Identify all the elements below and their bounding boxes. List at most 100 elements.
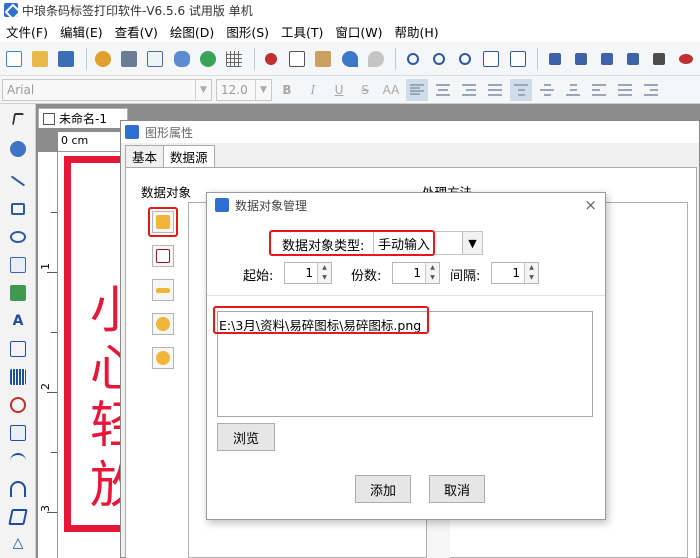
underline-button[interactable]: U: [328, 79, 350, 101]
valign-middle-button[interactable]: [536, 79, 558, 101]
database-button[interactable]: [170, 47, 193, 71]
line-spacing-icon: [618, 83, 632, 96]
new-file-button[interactable]: [2, 47, 25, 71]
bring-front-button[interactable]: [595, 47, 618, 71]
line-spacing-button[interactable]: [614, 79, 636, 101]
matrix-code-tool[interactable]: [7, 422, 29, 444]
save-button[interactable]: [54, 47, 77, 71]
zoom-button[interactable]: [454, 47, 477, 71]
arrow-up-icon: [156, 317, 170, 331]
pan-tool[interactable]: [7, 138, 29, 160]
font-size-value: 12.0: [221, 82, 248, 97]
triangle-icon: △: [12, 535, 24, 551]
multiline-text-tool[interactable]: [7, 338, 29, 360]
chevron-down-icon: ▼: [322, 274, 327, 281]
menu-help[interactable]: 帮助(H): [389, 22, 445, 41]
align-center-button[interactable]: [432, 79, 454, 101]
picture-tool[interactable]: [7, 282, 29, 304]
browse-button[interactable]: 浏览: [217, 423, 275, 451]
char-spacing-button[interactable]: [640, 79, 662, 101]
settings-button[interactable]: [91, 47, 114, 71]
eye-button[interactable]: [674, 47, 697, 71]
fit-page-button[interactable]: [480, 47, 503, 71]
open-folder-button[interactable]: [28, 47, 51, 71]
move-down-button[interactable]: [152, 347, 174, 369]
window-title: 中琅条码标签打印软件-V6.5.6 试用版 单机: [22, 3, 253, 18]
line-tool[interactable]: [7, 170, 29, 192]
polygon-tool[interactable]: [7, 506, 29, 528]
grid-button[interactable]: [222, 47, 245, 71]
bold-button[interactable]: B: [276, 79, 298, 101]
send-back-button[interactable]: [622, 47, 645, 71]
menu-draw[interactable]: 绘图(D): [164, 22, 220, 41]
menu-view[interactable]: 查看(V): [109, 22, 164, 41]
undo-button[interactable]: [338, 47, 361, 71]
valign-bottom-button[interactable]: [562, 79, 584, 101]
kerning-button[interactable]: AA: [380, 79, 402, 101]
font-family-select[interactable]: Arial ▼: [2, 78, 212, 101]
paste-button[interactable]: [312, 47, 335, 71]
horizontal-ruler: 0 cm: [58, 132, 128, 152]
tab-basic[interactable]: 基本: [125, 145, 165, 167]
text-direction-icon: [592, 83, 606, 96]
menu-file[interactable]: 文件(F): [0, 22, 54, 41]
print-button[interactable]: [118, 47, 141, 71]
ellipse-tool[interactable]: [7, 226, 29, 248]
zoom-out-button[interactable]: [427, 47, 450, 71]
ungroup-button[interactable]: [569, 47, 592, 71]
data-source-button[interactable]: [196, 47, 219, 71]
select-tool[interactable]: [7, 108, 29, 130]
fit-width-button[interactable]: [506, 47, 529, 71]
valign-top-button[interactable]: [510, 78, 532, 101]
document-tab[interactable]: 未命名-1: [38, 108, 128, 128]
valign-bottom-icon: [566, 83, 580, 96]
spinner-arrows[interactable]: ▲ ▼: [524, 263, 538, 283]
menu-tools[interactable]: 工具(T): [275, 22, 329, 41]
delete-data-object-button[interactable]: [152, 279, 174, 301]
start-spinner[interactable]: 1 ▲ ▼: [284, 262, 332, 284]
redo-icon: [367, 50, 384, 67]
group-button[interactable]: [543, 47, 566, 71]
menu-shape[interactable]: 图形(S): [220, 22, 275, 41]
interval-spinner[interactable]: 1 ▲ ▼: [491, 262, 539, 284]
chevron-down-icon[interactable]: ▼: [462, 232, 482, 254]
count-spinner[interactable]: 1 ▲ ▼: [392, 262, 440, 284]
highlight-box: [269, 230, 435, 256]
pan-icon: [10, 141, 26, 157]
font-size-select[interactable]: 12.0 ▼: [216, 78, 272, 101]
add-button[interactable]: 添加: [355, 475, 411, 503]
chevron-up-icon: ▲: [430, 264, 435, 271]
cut-button[interactable]: [259, 47, 282, 71]
triangle-tool[interactable]: △: [7, 532, 29, 554]
cancel-button[interactable]: 取消: [429, 475, 485, 503]
arc-tool[interactable]: [7, 478, 29, 500]
cursor-icon: [11, 113, 25, 125]
spinner-arrows[interactable]: ▲ ▼: [317, 263, 331, 283]
tab-data-source[interactable]: 数据源: [163, 145, 215, 167]
edit-data-object-button[interactable]: [152, 245, 174, 267]
align-left-button[interactable]: [406, 78, 428, 101]
print-preview-button[interactable]: [144, 47, 167, 71]
lock-button[interactable]: [648, 47, 671, 71]
image-tool[interactable]: [7, 254, 29, 276]
close-icon[interactable]: ×: [584, 196, 597, 214]
align-right-button[interactable]: [458, 79, 480, 101]
italic-button[interactable]: I: [302, 79, 324, 101]
ruler-number: 3: [39, 505, 52, 512]
move-up-button[interactable]: [152, 313, 174, 335]
menu-edit[interactable]: 编辑(E): [54, 22, 109, 41]
preview-icon: [147, 50, 164, 67]
text-direction-button[interactable]: [588, 79, 610, 101]
rectangle-tool[interactable]: [7, 198, 29, 220]
strikethrough-button[interactable]: S: [354, 79, 376, 101]
copy-button[interactable]: [286, 47, 309, 71]
curve-tool[interactable]: [7, 450, 29, 472]
align-justify-button[interactable]: [484, 79, 506, 101]
menu-window[interactable]: 窗口(W): [329, 22, 388, 41]
spinner-arrows[interactable]: ▲ ▼: [425, 263, 439, 283]
qrcode-tool[interactable]: [7, 394, 29, 416]
redo-button[interactable]: [364, 47, 387, 71]
barcode-tool[interactable]: [7, 366, 29, 388]
text-tool[interactable]: A: [7, 310, 29, 332]
zoom-in-button[interactable]: [401, 47, 424, 71]
